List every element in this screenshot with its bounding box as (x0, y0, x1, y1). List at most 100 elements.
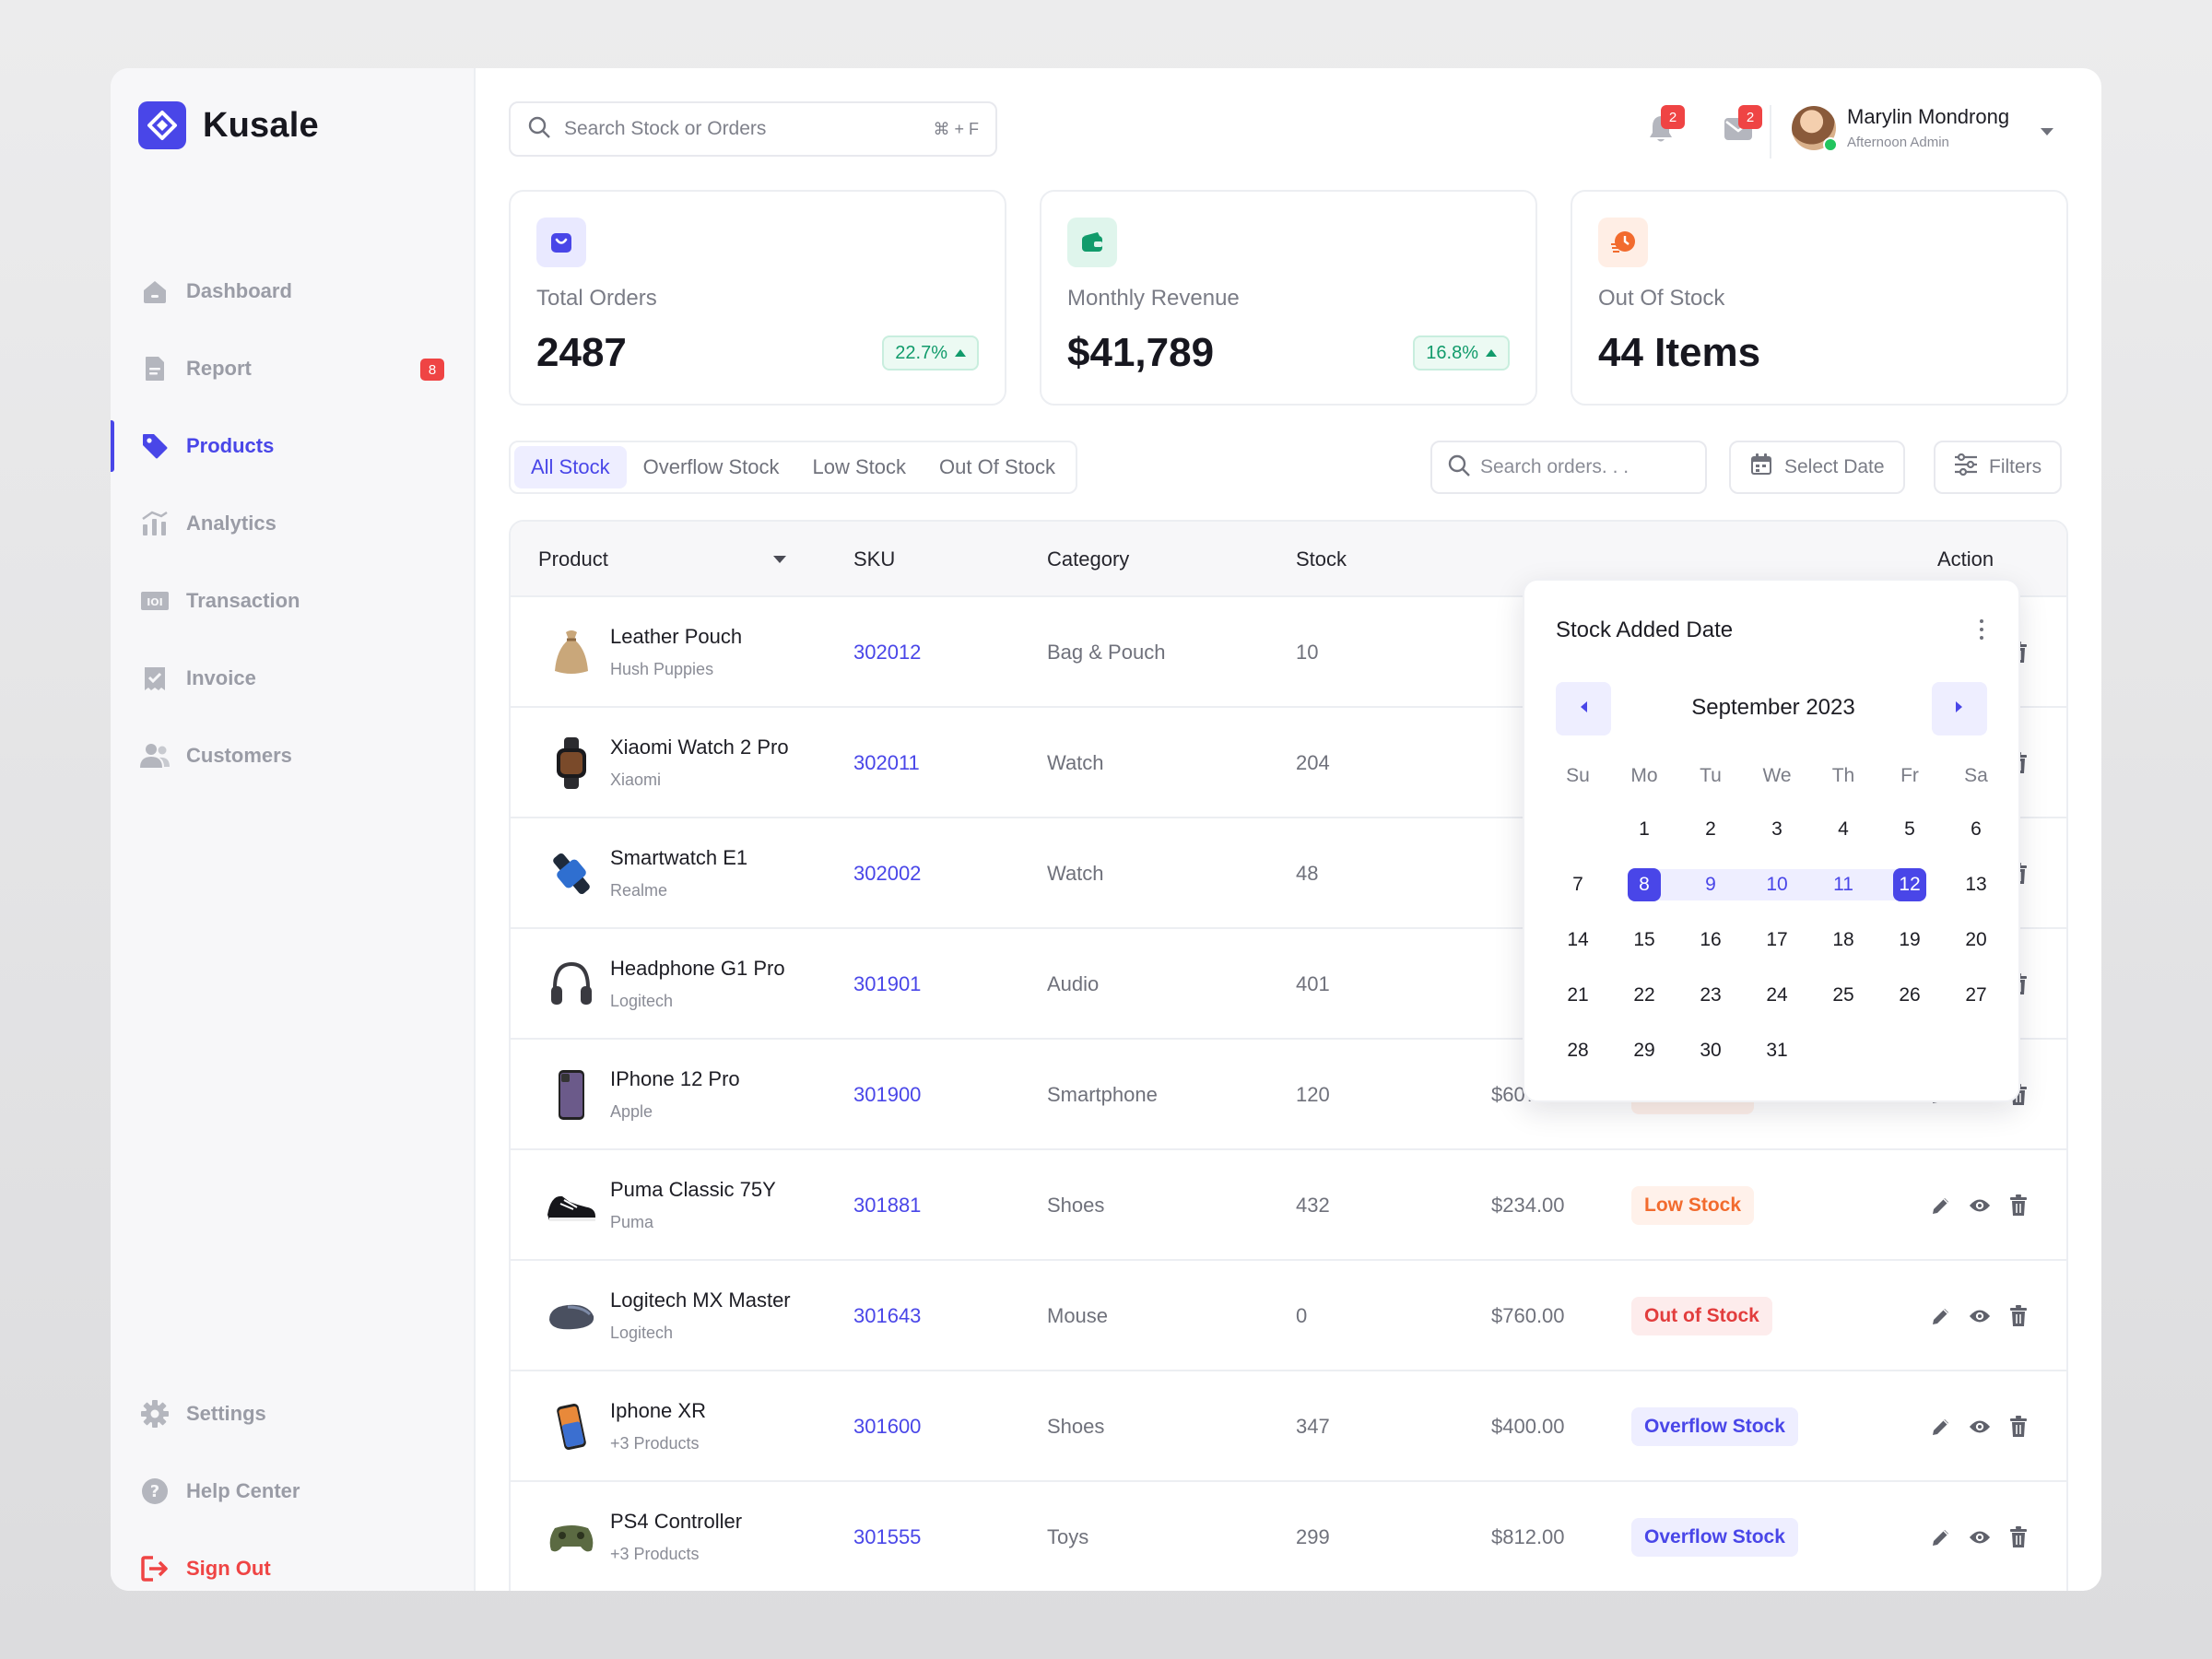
product-name[interactable]: PS4 Controller (610, 1510, 742, 1534)
more-options-icon[interactable] (1972, 616, 1991, 643)
table-row[interactable]: Logitech MX Master Logitech 301643 Mouse 0 $7… (511, 1261, 2066, 1371)
calendar-day[interactable]: 29 (1611, 1032, 1677, 1069)
tab-all-stock[interactable]: All Stock (514, 446, 627, 488)
calendar-day[interactable]: 28 (1545, 1032, 1611, 1069)
calendar-day[interactable]: 15 (1611, 922, 1677, 959)
sidebar-item-settings[interactable]: Settings (111, 1375, 476, 1453)
brand[interactable]: Kusale (138, 101, 319, 149)
calendar-day[interactable]: 7 (1545, 866, 1611, 903)
product-sku[interactable]: 301555 (853, 1482, 921, 1591)
sidebar-item-invoice[interactable]: Invoice (111, 640, 476, 717)
edit-icon[interactable] (1930, 1526, 1952, 1548)
select-date-button[interactable]: Select Date (1729, 441, 1905, 494)
product-sort-icon[interactable] (772, 522, 787, 597)
calendar-day[interactable]: 30 (1677, 1032, 1744, 1069)
calendar-day[interactable]: 31 (1744, 1032, 1810, 1069)
product-name[interactable]: Smartwatch E1 (610, 846, 747, 870)
calendar-day[interactable]: 4 (1810, 811, 1877, 848)
calendar-day[interactable]: 21 (1545, 977, 1611, 1014)
column-header-product[interactable]: Product (538, 522, 608, 597)
sliders-icon (1954, 453, 1978, 481)
calendar-day[interactable]: 10 (1744, 866, 1810, 903)
sidebar-item-sign-out[interactable]: Sign Out (111, 1530, 476, 1591)
stat-label: Total Orders (536, 286, 657, 311)
edit-icon[interactable] (1930, 1416, 1952, 1438)
edit-icon[interactable] (1930, 1194, 1952, 1217)
calendar-day[interactable]: 6 (1943, 811, 2009, 848)
product-sku[interactable]: 301901 (853, 929, 921, 1040)
table-row[interactable]: Puma Classic 75Y Puma 301881 Shoes 432 $234.0… (511, 1150, 2066, 1261)
table-row[interactable]: Iphone XR +3 Products 301600 Shoes 347 $400.0… (511, 1371, 2066, 1482)
sidebar-item-customers[interactable]: Customers (111, 717, 476, 794)
tab-low-stock[interactable]: Low Stock (796, 446, 924, 488)
calendar-day[interactable]: 20 (1943, 922, 2009, 959)
product-sku[interactable]: 301643 (853, 1261, 921, 1371)
product-name[interactable]: Leather Pouch (610, 625, 742, 649)
calendar-day[interactable]: 3 (1744, 811, 1810, 848)
tab-overflow-stock[interactable]: Overflow Stock (627, 446, 796, 488)
calendar-day[interactable]: 19 (1877, 922, 1943, 959)
sidebar-item-label: Sign Out (186, 1557, 271, 1580)
sidebar-item-analytics[interactable]: Analytics (111, 485, 476, 562)
filters-label: Filters (1989, 456, 2042, 477)
product-name[interactable]: Puma Classic 75Y (610, 1178, 776, 1202)
calendar-day[interactable]: 18 (1810, 922, 1877, 959)
calendar-day[interactable]: 5 (1877, 811, 1943, 848)
calendar-day[interactable]: 22 (1611, 977, 1677, 1014)
edit-icon[interactable] (1930, 1305, 1952, 1327)
product-sku[interactable]: 302002 (853, 818, 921, 929)
product-sku[interactable]: 301600 (853, 1371, 921, 1482)
sidebar-item-report[interactable]: Report 8 (111, 330, 476, 407)
product-sku[interactable]: 302012 (853, 597, 921, 708)
calendar-day[interactable]: 14 (1545, 922, 1611, 959)
sidebar-item-products[interactable]: Products (111, 407, 476, 485)
orders-search-input[interactable]: Search orders. . . (1430, 441, 1707, 494)
view-icon[interactable] (1969, 1526, 1991, 1548)
view-icon[interactable] (1969, 1416, 1991, 1438)
delete-icon[interactable] (2007, 1526, 2030, 1548)
product-sku[interactable]: 301881 (853, 1150, 921, 1261)
sidebar-item-help-center[interactable]: ? Help Center (111, 1453, 476, 1530)
sidebar-item-dashboard[interactable]: Dashboard (111, 253, 476, 330)
sidebar-item-transaction[interactable]: IOI Transaction (111, 562, 476, 640)
column-header-sku[interactable]: SKU (853, 522, 895, 597)
product-name[interactable]: Logitech MX Master (610, 1288, 791, 1312)
filters-button[interactable]: Filters (1934, 441, 2063, 494)
column-header-category[interactable]: Category (1047, 522, 1129, 597)
product-sku[interactable]: 301900 (853, 1040, 921, 1150)
user-profile[interactable]: Marylin Mondrong Afternoon Admin (1792, 105, 2009, 152)
table-row[interactable]: PS4 Controller +3 Products 301555 Toys 299 $8… (511, 1482, 2066, 1591)
calendar-day[interactable]: 2 (1677, 811, 1744, 848)
calendar-day[interactable]: 23 (1677, 977, 1744, 1014)
calendar-day[interactable]: 24 (1744, 977, 1810, 1014)
calendar-day[interactable]: 27 (1943, 977, 2009, 1014)
messages-button[interactable]: 2 (1718, 105, 1762, 151)
product-name[interactable]: Headphone G1 Pro (610, 957, 785, 981)
delete-icon[interactable] (2007, 1416, 2030, 1438)
calendar-day-selected[interactable]: 8 (1611, 866, 1677, 903)
calendar-day[interactable]: 9 (1677, 866, 1744, 903)
notifications-button[interactable]: 2 (1641, 105, 1685, 151)
product-name[interactable]: Xiaomi Watch 2 Pro (610, 735, 789, 759)
global-search-input[interactable]: Search Stock or Orders ⌘ + F (509, 101, 997, 157)
delete-icon[interactable] (2007, 1194, 2030, 1217)
calendar-day-selected[interactable]: 12 (1877, 866, 1943, 903)
tab-out-of-stock[interactable]: Out Of Stock (923, 446, 1072, 488)
stat-card-total-orders: Total Orders 2487 22.7% (509, 190, 1006, 406)
calendar-day[interactable]: 25 (1810, 977, 1877, 1014)
calendar-day[interactable]: 17 (1744, 922, 1810, 959)
product-name[interactable]: IPhone 12 Pro (610, 1067, 740, 1091)
view-icon[interactable] (1969, 1305, 1991, 1327)
column-header-stock[interactable]: Stock (1296, 522, 1347, 597)
calendar-day[interactable]: 16 (1677, 922, 1744, 959)
calendar-day[interactable]: 11 (1810, 866, 1877, 903)
calendar-day[interactable]: 26 (1877, 977, 1943, 1014)
view-icon[interactable] (1969, 1194, 1991, 1217)
chevron-down-icon[interactable] (2039, 125, 2055, 142)
next-month-button[interactable] (1932, 682, 1987, 735)
product-sku[interactable]: 302011 (853, 708, 920, 818)
calendar-day[interactable]: 1 (1611, 811, 1677, 848)
product-name[interactable]: Iphone XR (610, 1399, 706, 1423)
calendar-day[interactable]: 13 (1943, 866, 2009, 903)
delete-icon[interactable] (2007, 1305, 2030, 1327)
